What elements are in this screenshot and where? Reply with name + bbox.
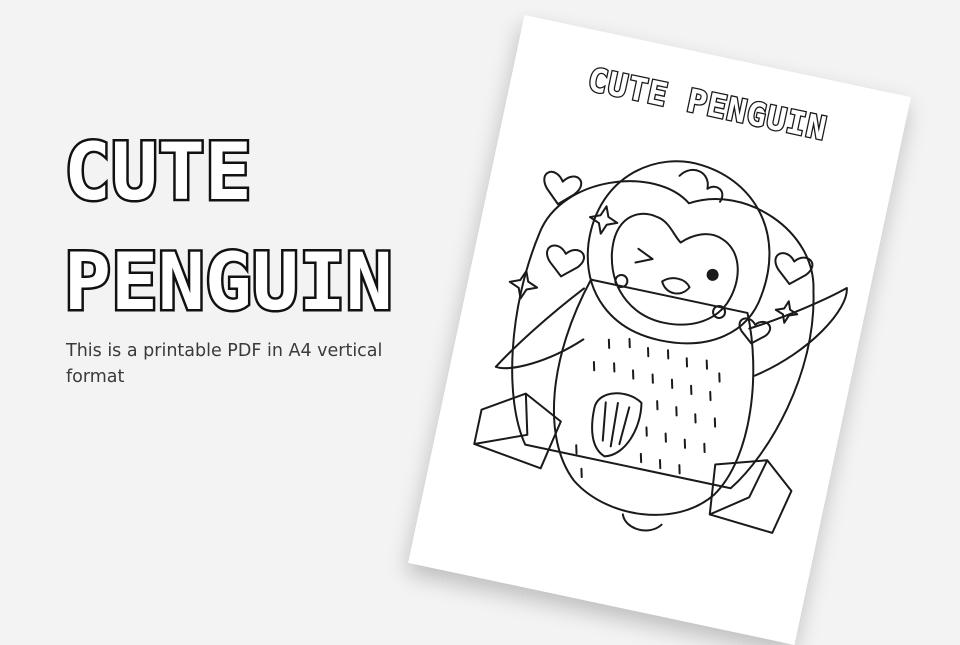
open-eye (706, 268, 719, 281)
penguin-body (552, 278, 755, 516)
heart-icon (774, 252, 814, 286)
title-line-2: PENGUIN (62, 236, 396, 331)
feet (621, 513, 663, 532)
coloring-page-preview: CUTE PENGUIN (408, 15, 911, 645)
title-line-1: CUTE (62, 126, 255, 221)
sparkle-icon (588, 205, 619, 235)
heart-icon (546, 244, 585, 278)
beak (661, 277, 691, 295)
penguin-illustration (473, 160, 848, 534)
body-feather-marks (575, 337, 721, 479)
left-wing (494, 287, 586, 370)
heart-icon (738, 317, 771, 345)
background-blob (511, 180, 815, 490)
page-title: CUTE PENGUIN (62, 118, 396, 338)
heart-icon (543, 170, 583, 206)
right-wing (748, 287, 848, 377)
subtitle-text: This is a printable PDF in A4 vertical f… (66, 341, 383, 387)
winking-eye (634, 247, 654, 264)
